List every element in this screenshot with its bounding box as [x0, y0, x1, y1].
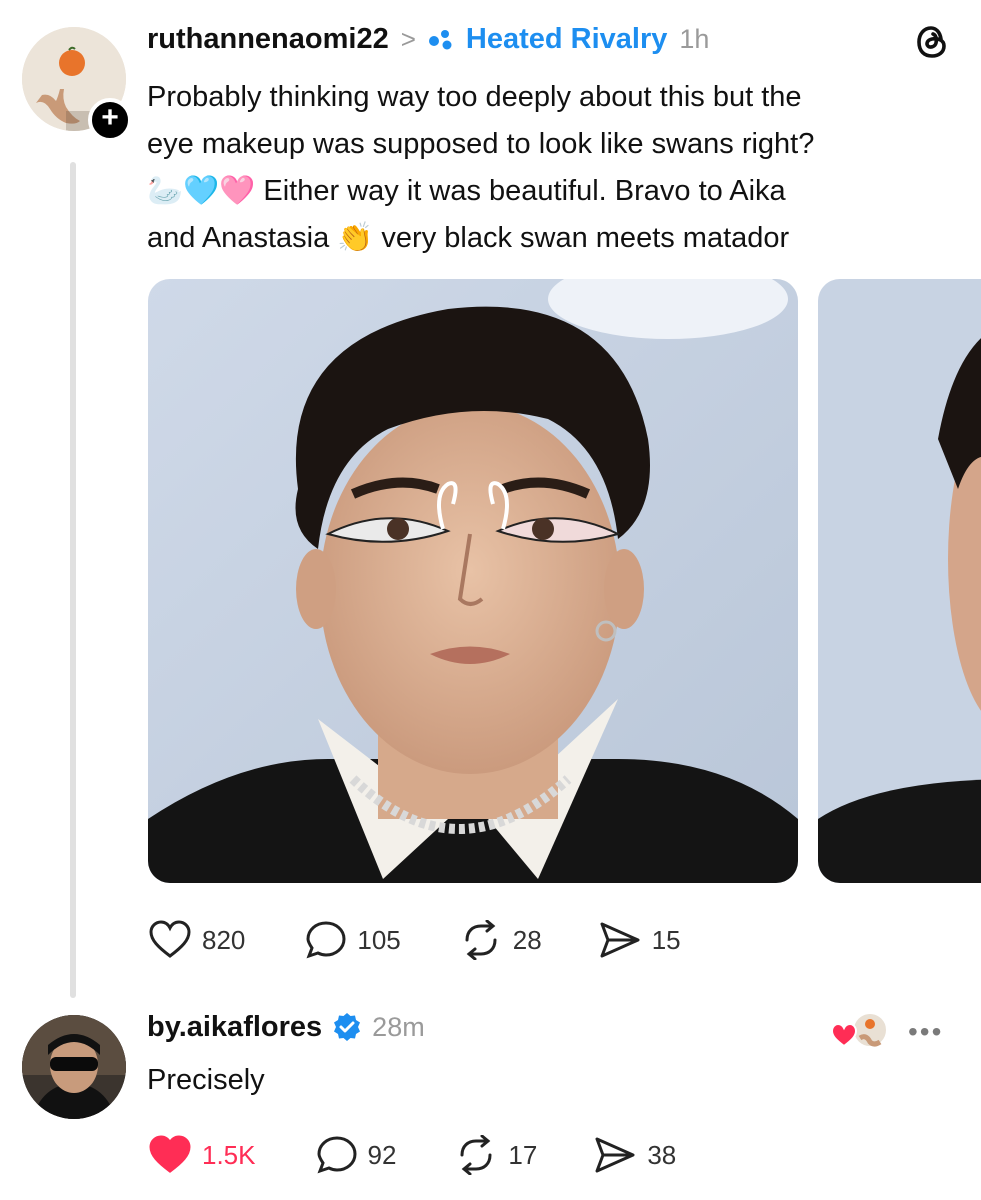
reply-actions: 1.5K 92 17 38: [148, 1135, 676, 1175]
send-icon: [600, 922, 640, 958]
reply-header: by.aikaflores 28m: [147, 1006, 425, 1048]
like-count: 1.5K: [202, 1139, 256, 1170]
reply-timestamp: 28m: [372, 1011, 425, 1042]
chevron-right-icon: >: [400, 23, 416, 54]
threads-logo-icon[interactable]: [912, 22, 952, 62]
comment-button[interactable]: 105: [305, 920, 401, 960]
post-body: Probably thinking way too deeply about t…: [147, 74, 947, 262]
verified-badge-icon: [334, 1013, 361, 1041]
like-button[interactable]: 820: [148, 920, 245, 960]
share-button[interactable]: 15: [598, 920, 681, 960]
comment-icon: [316, 1136, 357, 1174]
comment-count: 105: [357, 924, 401, 955]
repost-icon: [460, 1135, 492, 1175]
repost-count: 28: [512, 924, 542, 955]
community-link[interactable]: Heated Rivalry: [428, 22, 668, 56]
post-text-line: Probably thinking way too deeply about t…: [147, 81, 802, 113]
post-text-line: and Anastasia 👏 very black swan meets ma…: [147, 222, 790, 254]
post-actions: 820 105 28 15: [148, 920, 681, 960]
comment-icon: [306, 921, 346, 959]
repost-button[interactable]: 17: [454, 1135, 537, 1175]
thread-connector-line: [70, 162, 76, 998]
community-name: Heated Rivalry: [465, 22, 668, 55]
heart-filled-icon: [149, 1135, 191, 1173]
like-count: 820: [202, 924, 246, 955]
repost-button[interactable]: 28: [459, 920, 542, 960]
repost-count: 17: [508, 1139, 538, 1170]
post-image-secondary[interactable]: [818, 279, 981, 883]
reply-text: Precisely: [147, 1064, 265, 1096]
comment-count: 92: [367, 1139, 397, 1170]
more-options-button[interactable]: •••: [908, 1016, 943, 1048]
comment-button[interactable]: 92: [316, 1135, 397, 1175]
like-button[interactable]: 1.5K: [148, 1135, 256, 1175]
share-count: 15: [651, 924, 681, 955]
reply-username[interactable]: by.aikaflores: [147, 1011, 322, 1044]
share-count: 38: [647, 1139, 677, 1170]
post-timestamp: 1h: [679, 23, 710, 54]
post-header: ruthannenaomi22 > Heated Rivalry 1h: [147, 18, 709, 60]
follow-plus-button[interactable]: +: [88, 98, 132, 142]
share-button[interactable]: 38: [593, 1135, 676, 1175]
repost-icon: [465, 920, 497, 960]
small-heart-icon: [830, 1022, 858, 1048]
heart-icon: [149, 920, 191, 958]
post-image[interactable]: [148, 279, 798, 883]
reply-avatar[interactable]: [22, 1015, 126, 1119]
post-text-line: eye makeup was supposed to look like swa…: [147, 128, 815, 160]
send-icon: [595, 1137, 635, 1173]
post-username[interactable]: ruthannenaomi22: [147, 23, 389, 56]
liked-by-author-indicator: [830, 1012, 892, 1052]
post-text-line: 🦢🩵🩷 Either way it was beautiful. Bravo t…: [147, 175, 786, 207]
community-icon: [428, 30, 452, 50]
